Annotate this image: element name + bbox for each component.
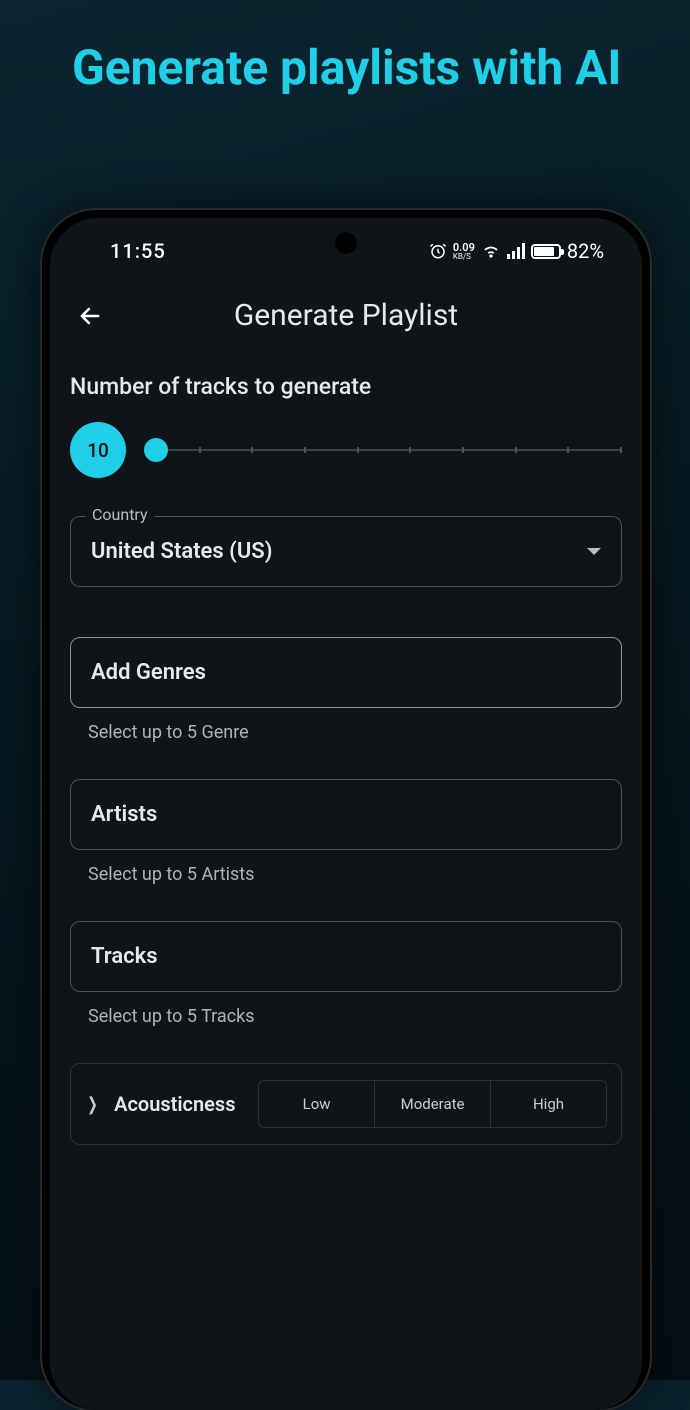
app-bar: Generate Playlist [50, 270, 642, 343]
wifi-icon [481, 241, 501, 261]
country-value: United States (US) [91, 539, 272, 564]
slider-thumb[interactable] [144, 438, 168, 462]
genres-field[interactable]: Add Genres [70, 637, 622, 708]
artists-placeholder: Artists [91, 802, 157, 827]
tracks-placeholder: Tracks [91, 944, 158, 969]
marketing-headline: Generate playlists with AI [0, 0, 690, 105]
tracks-count-badge: 10 [70, 422, 126, 478]
phone-camera [335, 232, 357, 254]
tracks-count-slider[interactable] [146, 438, 622, 462]
acousticness-row[interactable]: ❯ Acousticness Low Moderate High [70, 1063, 622, 1145]
genres-helper: Select up to 5 Genre [70, 722, 622, 743]
phone-frame: 11:55 0.09 KB/S 82% Generate Playlist Nu… [42, 210, 650, 1410]
tracks-field[interactable]: Tracks [70, 921, 622, 992]
chevron-down-icon [587, 548, 601, 555]
tracks-helper: Select up to 5 Tracks [70, 1006, 622, 1027]
slider-ticks [146, 447, 622, 453]
status-battery-text: 82% [567, 239, 604, 263]
acousticness-high-button[interactable]: High [491, 1081, 606, 1127]
status-data-rate: 0.09 KB/S [453, 242, 475, 261]
acousticness-label: Acousticness [114, 1091, 244, 1117]
country-legend: Country [86, 505, 154, 524]
phone-screen: 11:55 0.09 KB/S 82% Generate Playlist Nu… [50, 218, 642, 1410]
artists-field[interactable]: Artists [70, 779, 622, 850]
chevron-right-icon: ❯ [87, 1094, 98, 1115]
status-time: 11:55 [110, 239, 166, 263]
alarm-icon [429, 242, 447, 260]
acousticness-segmented: Low Moderate High [258, 1080, 607, 1128]
genres-placeholder: Add Genres [91, 660, 206, 685]
acousticness-moderate-button[interactable]: Moderate [375, 1081, 491, 1127]
artists-helper: Select up to 5 Artists [70, 864, 622, 885]
battery-icon [531, 244, 561, 259]
acousticness-low-button[interactable]: Low [259, 1081, 375, 1127]
country-select[interactable]: Country United States (US) [70, 516, 622, 587]
tracks-count-label: Number of tracks to generate [70, 373, 622, 400]
signal-icon [507, 243, 525, 259]
page-title: Generate Playlist [70, 298, 622, 333]
